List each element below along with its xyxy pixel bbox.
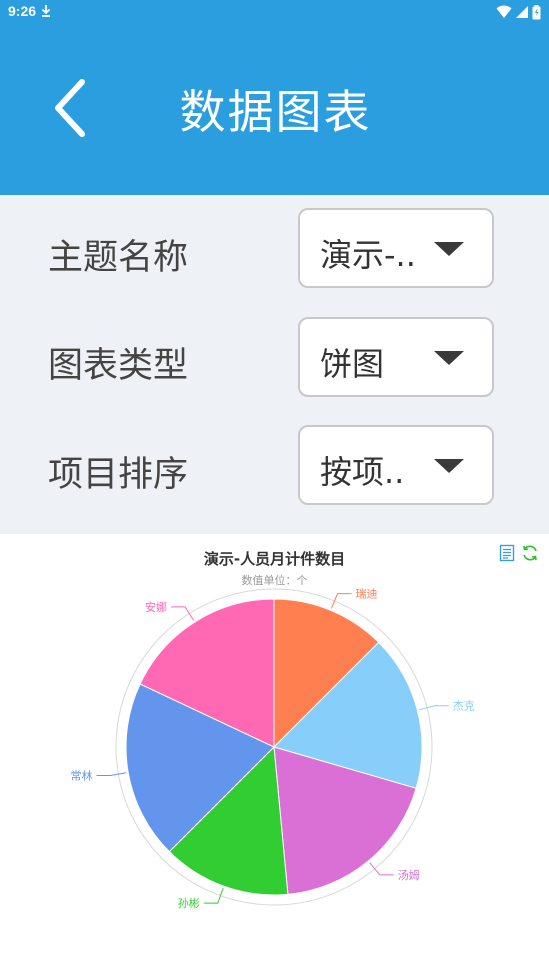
pie-label-line-2 xyxy=(369,862,394,876)
pie-label-5: 安娜 xyxy=(145,600,167,614)
signal-icon xyxy=(516,6,528,18)
chart-type-value: 饼图 xyxy=(320,345,385,383)
item-sort-select[interactable]: 按项.. xyxy=(298,425,494,505)
app-bar: 数据图表 xyxy=(0,24,549,195)
chart-subtitle: 数值单位：个 xyxy=(241,574,308,587)
pie-label-2: 汤姆 xyxy=(398,868,420,882)
caret-down-icon xyxy=(434,459,464,473)
chart-panel: 瑞迪杰克汤姆孙彬 常林 安娜 演示-人员月计件数目 数值单位：个 xyxy=(0,534,549,975)
chart-type-select[interactable]: 饼图 xyxy=(298,317,494,397)
pie-label-line-4 xyxy=(96,772,127,777)
status-icons xyxy=(496,4,541,20)
pie-chart: 瑞迪杰克汤姆孙彬 常林 安娜 xyxy=(70,587,475,911)
download-icon xyxy=(41,5,51,17)
chart-type-label: 图表类型 xyxy=(48,346,189,386)
pie-label-3: 孙彬 xyxy=(178,897,200,910)
pie-label-line-0 xyxy=(330,593,352,609)
item-sort-label: 项目排序 xyxy=(48,455,189,495)
page-title: 数据图表 xyxy=(179,85,372,139)
item-sort-value: 按项.. xyxy=(320,453,405,491)
caret-down-icon xyxy=(434,242,464,256)
caret-down-icon xyxy=(434,351,464,365)
status-time: 9:26 xyxy=(8,3,37,19)
wifi-icon xyxy=(496,5,512,18)
topic-name-value: 演示-.. xyxy=(320,236,416,274)
chart-options-form: 主题名称 演示-.. 图表类型 饼图 项目排序 按项.. xyxy=(0,195,549,534)
pie-label-line-1 xyxy=(419,705,449,711)
restore-icon[interactable] xyxy=(521,544,539,562)
pie-label-1: 杰克 xyxy=(453,700,475,713)
topic-name-label: 主题名称 xyxy=(48,238,189,278)
status-bar: 9:26 xyxy=(0,0,549,24)
chart-title: 演示-人员月计件数目 xyxy=(203,550,346,568)
data-view-icon[interactable] xyxy=(498,544,516,562)
battery-icon xyxy=(532,4,541,19)
pie-label-0: 瑞迪 xyxy=(356,587,378,601)
pie-label-4: 常林 xyxy=(70,769,92,783)
topic-name-select[interactable]: 演示-.. xyxy=(298,208,494,288)
